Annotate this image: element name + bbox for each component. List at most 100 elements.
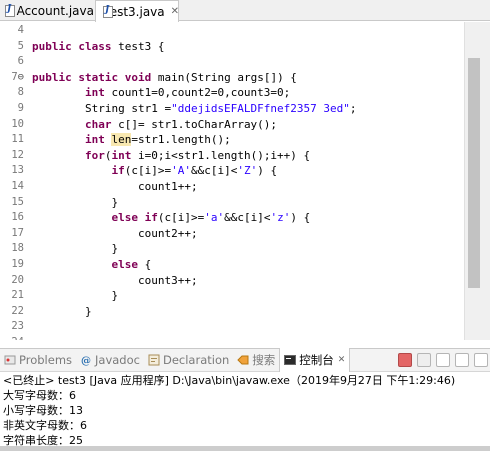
code-token: count3++; <box>32 273 198 287</box>
code-token: i=0;i<str1.length();i++) { <box>137 148 311 162</box>
line-number: 23 <box>11 320 24 333</box>
line-source: int count1=0,count2=0,count3=0; <box>32 85 290 101</box>
close-icon[interactable]: ✕ <box>338 355 346 365</box>
line-number: 7⊖ <box>11 70 24 83</box>
code-token: (c[i]>= <box>157 211 205 225</box>
line-source: else { <box>32 257 151 273</box>
code-token: ) { <box>257 164 278 178</box>
code-token: void <box>124 70 158 84</box>
terminate-icon[interactable] <box>398 353 412 367</box>
line-source: } <box>32 195 118 211</box>
close-icon[interactable]: ✕ <box>171 6 179 17</box>
line-number: 12 <box>11 148 24 161</box>
view-tab-label: 搜索 <box>252 353 276 367</box>
javadoc-icon: @ <box>80 354 92 367</box>
code-token: len <box>111 133 132 147</box>
code-token: else <box>111 211 145 225</box>
code-line: 11 int len=str1.length(); <box>0 132 464 148</box>
scrollbar-thumb[interactable] <box>468 58 480 288</box>
code-line: 9 String str1 ="ddejidsEFALDFfnef2357 3e… <box>0 101 464 117</box>
line-number: 8 <box>17 86 24 99</box>
code-token: int <box>84 133 112 147</box>
view-tab-javadoc[interactable]: @ Javadoc <box>76 348 144 372</box>
code-line: 17 count2++; <box>0 226 464 242</box>
line-source: } <box>32 288 118 304</box>
console-line: 小写字母数：13 <box>3 404 83 417</box>
code-token: 'z' <box>270 211 291 225</box>
code-token: else <box>111 257 145 271</box>
code-token: count2++; <box>32 226 198 240</box>
line-source: public static void main(String args[]) { <box>32 70 297 86</box>
code-token: &&c[i]< <box>190 164 238 178</box>
code-token: main(String <box>157 70 238 84</box>
code-line: 4 <box>0 23 464 39</box>
code-line: 20 count3++; <box>0 273 464 289</box>
code-editor[interactable]: 4 5 public class test3 {6 7⊖ public static v… <box>0 22 490 340</box>
code-token: String str1 = <box>32 101 172 115</box>
search-icon <box>237 354 249 366</box>
code-token: { <box>144 257 152 271</box>
code-line: 13 if(c[i]>='A'&&c[i]<'Z') { <box>0 163 464 179</box>
line-number: 19 <box>11 257 24 270</box>
code-line: 19 else { <box>0 257 464 273</box>
editor-tab-bar: J Account.java J test3.java ✕ <box>0 0 490 22</box>
line-source: int len=str1.length(); <box>32 132 231 148</box>
console-toolbar <box>398 353 488 367</box>
console-output[interactable]: <已终止> test3 [Java 应用程序] D:\Java\bin\java… <box>0 373 490 451</box>
console-line: 大写字母数：6 <box>3 389 76 402</box>
line-number: 5 <box>17 39 24 52</box>
line-source: if(c[i]>='A'&&c[i]<'Z') { <box>32 163 277 179</box>
view-tab-console[interactable]: 控制台 ✕ <box>279 348 351 372</box>
bottom-view-tabs: Problems @ Javadoc Declaration 搜索 控制台 ✕ <box>0 348 490 372</box>
line-number: 13 <box>11 164 24 177</box>
scroll-lock-icon[interactable] <box>436 353 450 367</box>
code-token: } <box>32 242 119 256</box>
line-source: for(int i=0;i<str1.length();i++) { <box>32 148 310 164</box>
tab-account-java[interactable]: J Account.java <box>0 0 94 21</box>
code-token: class <box>78 39 119 53</box>
code-line: 22 } <box>0 304 464 320</box>
console-line: 非英文字母数：6 <box>3 419 87 432</box>
code-token: 'a' <box>204 211 225 225</box>
view-tab-problems[interactable]: Problems <box>0 348 76 372</box>
remove-launch-icon[interactable] <box>417 353 431 367</box>
code-token: 'Z' <box>237 164 258 178</box>
code-line: 23 <box>0 319 464 335</box>
code-token: 'A' <box>171 164 191 178</box>
code-line: 7⊖ public static void main(String args[])… <box>0 70 464 86</box>
code-token: char <box>84 117 119 131</box>
code-token: int <box>111 148 138 162</box>
svg-text:@: @ <box>81 356 91 366</box>
line-number: 14 <box>11 179 24 192</box>
code-line: 10 char c[]= str1.toCharArray(); <box>0 117 464 133</box>
line-number: 6 <box>17 55 24 68</box>
scrollbar-thumb[interactable] <box>0 446 490 451</box>
line-source: } <box>32 241 118 257</box>
view-tab-label: Javadoc <box>95 353 140 367</box>
code-line: 5 public class test3 { <box>0 39 464 55</box>
code-line: 14 count1++; <box>0 179 464 195</box>
vertical-scrollbar[interactable] <box>464 22 490 340</box>
code-token: "ddejidsEFALDFfnef2357 3ed" <box>171 101 350 115</box>
line-number: 16 <box>11 211 24 224</box>
code-token: c[]= str1.toCharArray(); <box>118 117 278 131</box>
line-number: 20 <box>11 273 24 286</box>
code-line: 6 <box>0 54 464 70</box>
line-number: 18 <box>11 242 24 255</box>
fold-toggle-icon[interactable]: ⊖ <box>18 71 24 83</box>
code-line: 8 int count1=0,count2=0,count3=0; <box>0 85 464 101</box>
view-tab-search[interactable]: 搜索 <box>233 348 279 372</box>
code-token: (c[i]>= <box>124 164 172 178</box>
minimize-icon[interactable] <box>474 353 488 367</box>
code-token: public <box>32 70 79 84</box>
view-tab-declaration[interactable]: Declaration <box>144 348 233 372</box>
line-number: 22 <box>11 304 24 317</box>
horizontal-scrollbar[interactable] <box>0 446 490 451</box>
pin-console-icon[interactable] <box>455 353 469 367</box>
line-source: count3++; <box>32 273 198 289</box>
code-line: 12 for(int i=0;i<str1.length();i++) { <box>0 148 464 164</box>
tab-test3-java[interactable]: J test3.java ✕ <box>95 0 179 22</box>
